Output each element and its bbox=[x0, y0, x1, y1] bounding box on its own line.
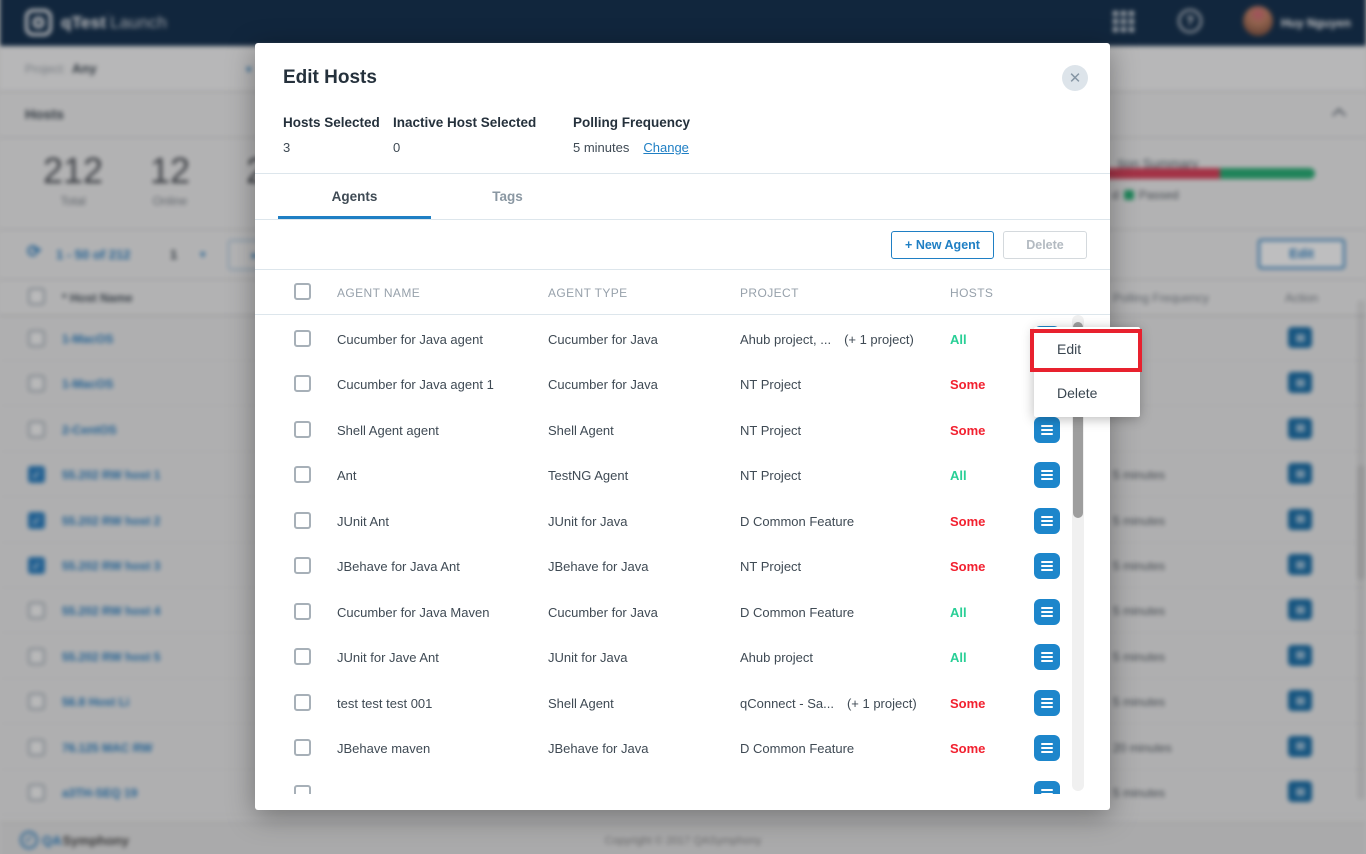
agent-row-menu-button[interactable] bbox=[1034, 690, 1060, 716]
agent-row-menu-button[interactable] bbox=[1034, 644, 1060, 670]
edit-hosts-modal: Edit Hosts ✕ Hosts Selected 3 Inactive H… bbox=[255, 43, 1110, 810]
agent-row-menu-button[interactable] bbox=[1034, 417, 1060, 443]
agent-checkbox[interactable] bbox=[294, 466, 311, 483]
agent-hosts-cell: Some bbox=[950, 696, 985, 711]
agent-type-cell: JBehave for Java bbox=[548, 559, 648, 574]
agent-row-menu-button[interactable] bbox=[1034, 462, 1060, 488]
agent-hosts-cell: Some bbox=[950, 559, 985, 574]
agent-checkbox[interactable] bbox=[294, 694, 311, 711]
hosts-column-header: HOSTS bbox=[950, 286, 993, 300]
agent-hosts-cell: All bbox=[950, 332, 967, 347]
agent-project-cell: NT Project bbox=[740, 423, 801, 438]
agent-row: JUnit Ant JUnit for Java D Common Feature S… bbox=[255, 498, 1110, 543]
inactive-hosts-stat: Inactive Host Selected 0 bbox=[393, 115, 536, 155]
agent-row: Cucumber for Java agent Cucumber for Java… bbox=[255, 316, 1110, 361]
agent-type-cell: Shell Agent bbox=[548, 423, 614, 438]
agent-hosts-cell: All bbox=[950, 605, 967, 620]
app-window: qTest'Launch ? Huy Nguyen Project: Any ▾… bbox=[0, 0, 1366, 854]
agent-name-cell: JBehave maven bbox=[337, 741, 430, 756]
agent-hosts-cell: Some bbox=[950, 514, 985, 529]
agent-type-cell: JBehave for Java bbox=[548, 741, 648, 756]
agent-hosts-cell: Some bbox=[950, 423, 985, 438]
agent-type-cell: Shell Agent bbox=[548, 696, 614, 711]
agent-type-cell: TestNG Agent bbox=[548, 468, 628, 483]
agent-row: JUnit for Jave Ant JUnit for Java Ahub pro… bbox=[255, 634, 1110, 679]
annotation-highlight-box bbox=[1030, 329, 1142, 372]
agent-row: Cucumber for Java agent 1 Cucumber for Ja… bbox=[255, 361, 1110, 406]
hosts-selected-stat: Hosts Selected 3 bbox=[283, 115, 380, 155]
close-icon[interactable]: ✕ bbox=[1062, 65, 1088, 91]
agent-row-menu-button[interactable] bbox=[1034, 599, 1060, 625]
agent-name-column-header: AGENT NAME bbox=[337, 286, 420, 300]
agent-table-body: Cucumber for Java agent Cucumber for Java… bbox=[255, 316, 1110, 794]
agent-project-cell: D Common Feature bbox=[740, 605, 854, 620]
agent-hosts-cell: All bbox=[950, 650, 967, 665]
modal-title: Edit Hosts bbox=[283, 67, 377, 89]
agent-row-menu-button[interactable] bbox=[1034, 735, 1060, 761]
agent-project-cell: NT Project bbox=[740, 559, 801, 574]
agent-checkbox[interactable] bbox=[294, 375, 311, 392]
agent-row: JBehave maven JBehave for Java D Common Fe… bbox=[255, 725, 1110, 770]
select-all-agents-checkbox[interactable] bbox=[294, 283, 311, 300]
agent-project-cell: Ahub project bbox=[740, 650, 813, 665]
delete-agents-button[interactable]: Delete bbox=[1003, 231, 1087, 259]
agent-type-cell: Cucumber for Java bbox=[548, 332, 658, 347]
agent-name-cell: JBehave for Java Ant bbox=[337, 559, 460, 574]
agent-project-cell: Ahub project, ...(+ 1 project) bbox=[740, 332, 914, 347]
agent-name-cell: Cucumber for Java agent 1 bbox=[337, 377, 494, 392]
agent-hosts-cell: Some bbox=[950, 741, 985, 756]
agent-project-cell: NT Project bbox=[740, 468, 801, 483]
agent-type-cell: Cucumber for Java bbox=[548, 605, 658, 620]
agent-checkbox[interactable] bbox=[294, 603, 311, 620]
context-menu-delete[interactable]: Delete bbox=[1034, 371, 1140, 415]
agent-row-menu-button[interactable] bbox=[1034, 508, 1060, 534]
agent-type-cell: Cucumber for Java bbox=[548, 377, 658, 392]
project-column-header: PROJECT bbox=[740, 286, 799, 300]
agent-name-cell: JUnit Ant bbox=[337, 514, 389, 529]
agent-checkbox[interactable] bbox=[294, 330, 311, 347]
agent-name-cell: Shell Agent agent bbox=[337, 423, 439, 438]
polling-frequency-stat: Polling Frequency 5 minutesChange bbox=[573, 115, 690, 155]
agent-row-menu-button[interactable] bbox=[1034, 781, 1060, 795]
agent-name-cell: Cucumber for Java Maven bbox=[337, 605, 489, 620]
agent-checkbox[interactable] bbox=[294, 739, 311, 756]
agent-checkbox[interactable] bbox=[294, 648, 311, 665]
agent-checkbox[interactable] bbox=[294, 421, 311, 438]
agent-type-column-header: AGENT TYPE bbox=[548, 286, 628, 300]
agent-row: Ant TestNG Agent NT Project All bbox=[255, 452, 1110, 497]
agent-name-cell: Cucumber for Java agent bbox=[337, 332, 483, 347]
agent-project-cell: D Common Feature bbox=[740, 514, 854, 529]
agent-hosts-cell: Some bbox=[950, 377, 985, 392]
change-polling-link[interactable]: Change bbox=[643, 140, 689, 155]
agent-project-cell: NT Project bbox=[740, 377, 801, 392]
agent-hosts-cell: All bbox=[950, 468, 967, 483]
agent-row: JBehave for Java Ant JBehave for Java NT P… bbox=[255, 543, 1110, 588]
agent-name-cell: Ant bbox=[337, 468, 357, 483]
tab-tags[interactable]: Tags bbox=[431, 174, 584, 219]
agent-project-cell: D Common Feature bbox=[740, 741, 854, 756]
agent-row: Shell Agent agent Shell Agent NT Project So… bbox=[255, 407, 1110, 452]
agent-type-cell: JUnit for Java bbox=[548, 650, 627, 665]
agent-project-cell: qConnect - Sa...(+ 1 project) bbox=[740, 696, 917, 711]
agent-table-header: AGENT NAME AGENT TYPE PROJECT HOSTS bbox=[255, 271, 1110, 314]
agent-row-menu-button[interactable] bbox=[1034, 553, 1060, 579]
agent-name-cell: JUnit for Jave Ant bbox=[337, 650, 439, 665]
agent-row bbox=[255, 771, 1110, 795]
agent-checkbox[interactable] bbox=[294, 557, 311, 574]
agent-name-cell: test test test 001 bbox=[337, 696, 432, 711]
agent-row: test test test 001 Shell Agent qConnect - … bbox=[255, 680, 1110, 725]
new-agent-button[interactable]: + New Agent bbox=[891, 231, 994, 259]
tab-agents[interactable]: Agents bbox=[278, 174, 431, 219]
agent-row: Cucumber for Java Maven Cucumber for Java… bbox=[255, 589, 1110, 634]
agent-checkbox[interactable] bbox=[294, 785, 311, 795]
agent-checkbox[interactable] bbox=[294, 512, 311, 529]
agent-type-cell: JUnit for Java bbox=[548, 514, 627, 529]
